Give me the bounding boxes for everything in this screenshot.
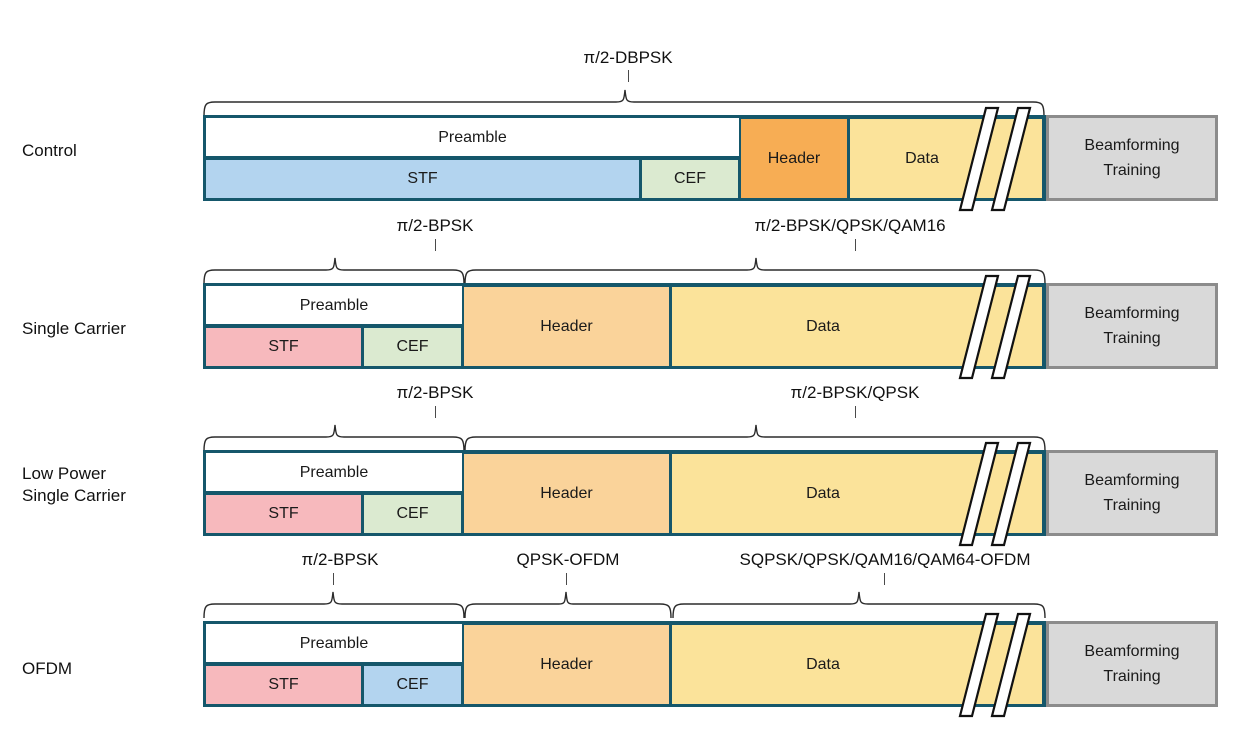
lpsc-tick-above-2 xyxy=(855,406,856,418)
row-label-control: Control xyxy=(22,141,77,160)
control-header-cell: Header xyxy=(739,117,849,200)
lpsc-cef-cell: CEF xyxy=(362,493,463,535)
sc-bf-line1: Beamforming xyxy=(1084,305,1180,322)
ofdm-beamforming-training-cell: Beamforming Training xyxy=(1046,621,1218,707)
ofdm-header-label: Header xyxy=(540,655,593,673)
ofdm-bf-line2: Training xyxy=(1103,668,1161,685)
control-cef-cell: CEF xyxy=(640,158,740,200)
lpsc-data-label: Data xyxy=(806,484,840,502)
sc-cef-label: CEF xyxy=(396,338,429,355)
sc-break-mark xyxy=(958,274,1032,380)
ofdm-brace-preamble xyxy=(203,590,465,619)
sc-header-cell: Header xyxy=(462,285,671,368)
lpsc-header-cell: Header xyxy=(462,452,671,535)
ofdm-preamble-label: Preamble xyxy=(299,635,369,652)
ofdm-brace-header xyxy=(464,590,672,619)
ofdm-tick-above-2 xyxy=(566,573,567,585)
sc-tick-above-2 xyxy=(855,239,856,251)
lpsc-mod-label-below-3: SQPSK/QPSK/QAM16/QAM64-OFDM xyxy=(739,550,1031,569)
sc-stf-label: STF xyxy=(268,338,299,355)
control-stf-cell: STF xyxy=(204,158,641,200)
sc-stf-cell: STF xyxy=(204,326,363,368)
control-mod-label-above-1: π/2-DBPSK xyxy=(583,48,673,67)
sc-data-label: Data xyxy=(806,317,840,335)
ofdm-bf-line1: Beamforming xyxy=(1084,643,1180,660)
lpsc-header-label: Header xyxy=(540,484,593,502)
sc-cef-cell: CEF xyxy=(362,326,463,368)
control-preamble-label: Preamble xyxy=(438,129,507,146)
sc-preamble-label: Preamble xyxy=(299,297,369,314)
ofdm-preamble-cell: Preamble xyxy=(206,624,462,664)
sc-bf-line2: Training xyxy=(1103,330,1161,347)
sc-beamforming-training-cell: Beamforming Training xyxy=(1046,283,1218,369)
lpsc-bf-line2: Training xyxy=(1103,497,1161,514)
control-data-label: Data xyxy=(905,149,939,167)
lpsc-tick-above-1 xyxy=(435,406,436,418)
control-mod-label-below-2: π/2-BPSK/QPSK/QAM16 xyxy=(754,216,946,235)
sc-mod-label-below-2: π/2-BPSK/QPSK xyxy=(790,383,920,402)
lpsc-stf-cell: STF xyxy=(204,493,363,535)
control-tick-above-1 xyxy=(628,70,629,82)
lpsc-preamble-cell: Preamble xyxy=(206,453,462,493)
lpsc-mod-label-below-1: π/2-BPSK xyxy=(301,550,379,569)
control-break-mark xyxy=(958,106,1032,212)
control-header-label: Header xyxy=(767,149,821,167)
ofdm-stf-label: STF xyxy=(268,676,299,693)
control-stf-label: STF xyxy=(407,170,438,187)
sc-mod-label-below-1: π/2-BPSK xyxy=(396,383,474,402)
lpsc-stf-label: STF xyxy=(268,505,299,522)
sc-brace-preamble xyxy=(203,256,465,285)
control-cef-label: CEF xyxy=(674,170,706,187)
lpsc-bf-line1: Beamforming xyxy=(1084,472,1180,489)
lpsc-cef-label: CEF xyxy=(396,505,429,522)
control-beamforming-training-cell: Beamforming Training xyxy=(1046,115,1218,201)
control-mod-label-below-1: π/2-BPSK xyxy=(396,216,474,235)
lpsc-preamble-label: Preamble xyxy=(299,464,369,481)
lpsc-beamforming-training-cell: Beamforming Training xyxy=(1046,450,1218,536)
ofdm-tick-above-1 xyxy=(333,573,334,585)
lpsc-mod-label-below-2: QPSK-OFDM xyxy=(516,550,620,569)
ofdm-header-cell: Header xyxy=(462,623,671,706)
ofdm-data-label: Data xyxy=(806,655,840,673)
control-bf-line2: Training xyxy=(1103,162,1161,179)
lpsc-brace-preamble xyxy=(203,423,465,452)
row-label-ofdm: OFDM xyxy=(22,659,73,678)
ofdm-break-mark xyxy=(958,612,1032,718)
ofdm-tick-above-3 xyxy=(884,573,885,585)
frame-format-diagram: Control π/2-DBPSK Preamble STF CEF Heade… xyxy=(0,0,1246,734)
sc-preamble-cell: Preamble xyxy=(206,286,462,326)
lpsc-break-mark xyxy=(958,441,1032,547)
control-bf-line1: Beamforming xyxy=(1084,137,1180,154)
row-label-single-carrier: Single Carrier xyxy=(22,319,126,338)
control-preamble-cell: Preamble xyxy=(206,118,739,158)
ofdm-cef-cell: CEF xyxy=(362,664,463,706)
control-brace-above-1 xyxy=(203,88,1045,117)
ofdm-cef-label: CEF xyxy=(396,676,429,693)
sc-tick-above-1 xyxy=(435,239,436,251)
row-label-low-power-single-carrier: Low Power Single Carrier xyxy=(22,464,126,505)
ofdm-stf-cell: STF xyxy=(204,664,363,706)
sc-header-label: Header xyxy=(540,317,593,335)
